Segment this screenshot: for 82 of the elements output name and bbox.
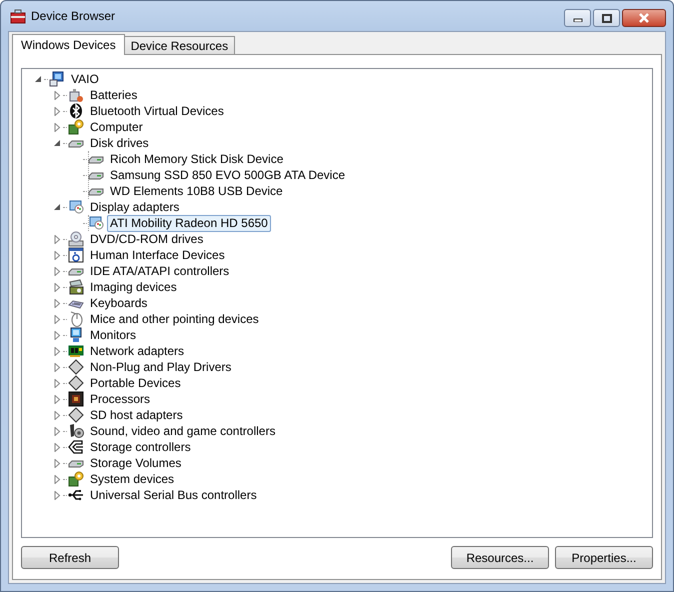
maximize-icon: [602, 14, 612, 22]
tree-item[interactable]: ATI Mobility Radeon HD 5650: [107, 214, 271, 232]
expand-icon[interactable]: [53, 410, 62, 420]
collapse-icon[interactable]: [53, 138, 62, 148]
expand-icon[interactable]: [53, 378, 62, 388]
expand-icon[interactable]: [53, 394, 62, 404]
expand-icon[interactable]: [53, 330, 62, 340]
connector-icon: [68, 439, 84, 455]
tree-item[interactable]: WD Elements 10B8 USB Device: [107, 182, 286, 200]
tree-item[interactable]: Universal Serial Bus controllers: [87, 486, 260, 504]
disc-drive-icon: [68, 231, 84, 247]
expand-icon[interactable]: [53, 90, 62, 100]
processor-icon: [68, 391, 84, 407]
tree-item[interactable]: Imaging devices: [87, 278, 180, 296]
expand-icon[interactable]: [53, 474, 62, 484]
scanner-icon: [68, 279, 84, 295]
expand-icon[interactable]: [53, 266, 62, 276]
close-icon: [638, 13, 650, 23]
collapse-icon[interactable]: [34, 74, 43, 84]
tree-item[interactable]: Storage Volumes: [87, 454, 184, 472]
tree-item[interactable]: Samsung SSD 850 EVO 500GB ATA Device: [107, 166, 348, 184]
expand-icon[interactable]: [53, 282, 62, 292]
tree-item[interactable]: Monitors: [87, 326, 140, 344]
expand-icon[interactable]: [53, 122, 62, 132]
diamond-icon: [68, 375, 84, 391]
gear-icon: [68, 119, 84, 135]
tree-item[interactable]: IDE ATA/ATAPI controllers: [87, 262, 232, 280]
tree-item[interactable]: Network adapters: [87, 342, 188, 360]
tree-item[interactable]: Disk drives: [87, 134, 152, 152]
tree-item[interactable]: Processors: [87, 390, 154, 408]
tree-item[interactable]: Batteries: [87, 86, 140, 104]
gear-icon: [68, 471, 84, 487]
push-button[interactable]: Refresh: [21, 546, 119, 569]
collapse-icon[interactable]: [53, 202, 62, 212]
expand-icon[interactable]: [53, 362, 62, 372]
expand-icon[interactable]: [53, 106, 62, 116]
monitor-icon: [68, 327, 84, 343]
push-button[interactable]: Resources...: [451, 546, 549, 569]
tab[interactable]: Windows Devices: [12, 34, 125, 55]
expand-icon[interactable]: [53, 250, 62, 260]
tree-item[interactable]: Display adapters: [87, 198, 182, 216]
maximize-button[interactable]: [593, 9, 620, 27]
tree-item[interactable]: Non-Plug and Play Drivers: [87, 358, 234, 376]
tree-item[interactable]: Mice and other pointing devices: [87, 310, 262, 328]
display-icon: [88, 215, 104, 231]
tree-item[interactable]: DVD/CD-ROM drives: [87, 230, 206, 248]
tree-item[interactable]: Keyboards: [87, 294, 150, 312]
network-card-icon: [68, 343, 84, 359]
expand-icon[interactable]: [53, 490, 62, 500]
expand-icon[interactable]: [53, 346, 62, 356]
expand-icon[interactable]: [53, 442, 62, 452]
close-button[interactable]: [622, 9, 666, 27]
battery-icon: [68, 87, 84, 103]
window-title: Device Browser: [31, 9, 116, 23]
tree-item[interactable]: Storage controllers: [87, 438, 194, 456]
tree-item[interactable]: VAIO: [68, 70, 102, 88]
tab[interactable]: Device Resources: [124, 36, 236, 54]
display-icon: [68, 199, 84, 215]
diamond-icon: [68, 407, 84, 423]
tree-item[interactable]: System devices: [87, 470, 178, 488]
tree-item[interactable]: Bluetooth Virtual Devices: [87, 102, 227, 120]
usb-icon: [68, 487, 84, 503]
tree-item[interactable]: SD host adapters: [87, 406, 186, 424]
tree-item[interactable]: Sound, video and game controllers: [87, 422, 278, 440]
toolbox-icon: [10, 8, 26, 24]
computer-icon: [49, 71, 65, 87]
tree-item[interactable]: Portable Devices: [87, 374, 184, 392]
expand-icon[interactable]: [53, 234, 62, 244]
tree-item[interactable]: Ricoh Memory Stick Disk Device: [107, 150, 286, 168]
expand-icon[interactable]: [53, 426, 62, 436]
push-button[interactable]: Properties...: [555, 546, 653, 569]
speaker-icon: [68, 423, 84, 439]
expand-icon[interactable]: [53, 458, 62, 468]
tree-item[interactable]: Computer: [87, 118, 146, 136]
tree-item[interactable]: Human Interface Devices: [87, 246, 228, 264]
wheelchair-icon: [68, 247, 84, 263]
bluetooth-icon: [68, 103, 84, 119]
diamond-icon: [68, 359, 84, 375]
mouse-icon: [68, 311, 84, 327]
expand-icon[interactable]: [53, 298, 62, 308]
expand-icon[interactable]: [53, 314, 62, 324]
minimize-button[interactable]: [564, 9, 591, 27]
